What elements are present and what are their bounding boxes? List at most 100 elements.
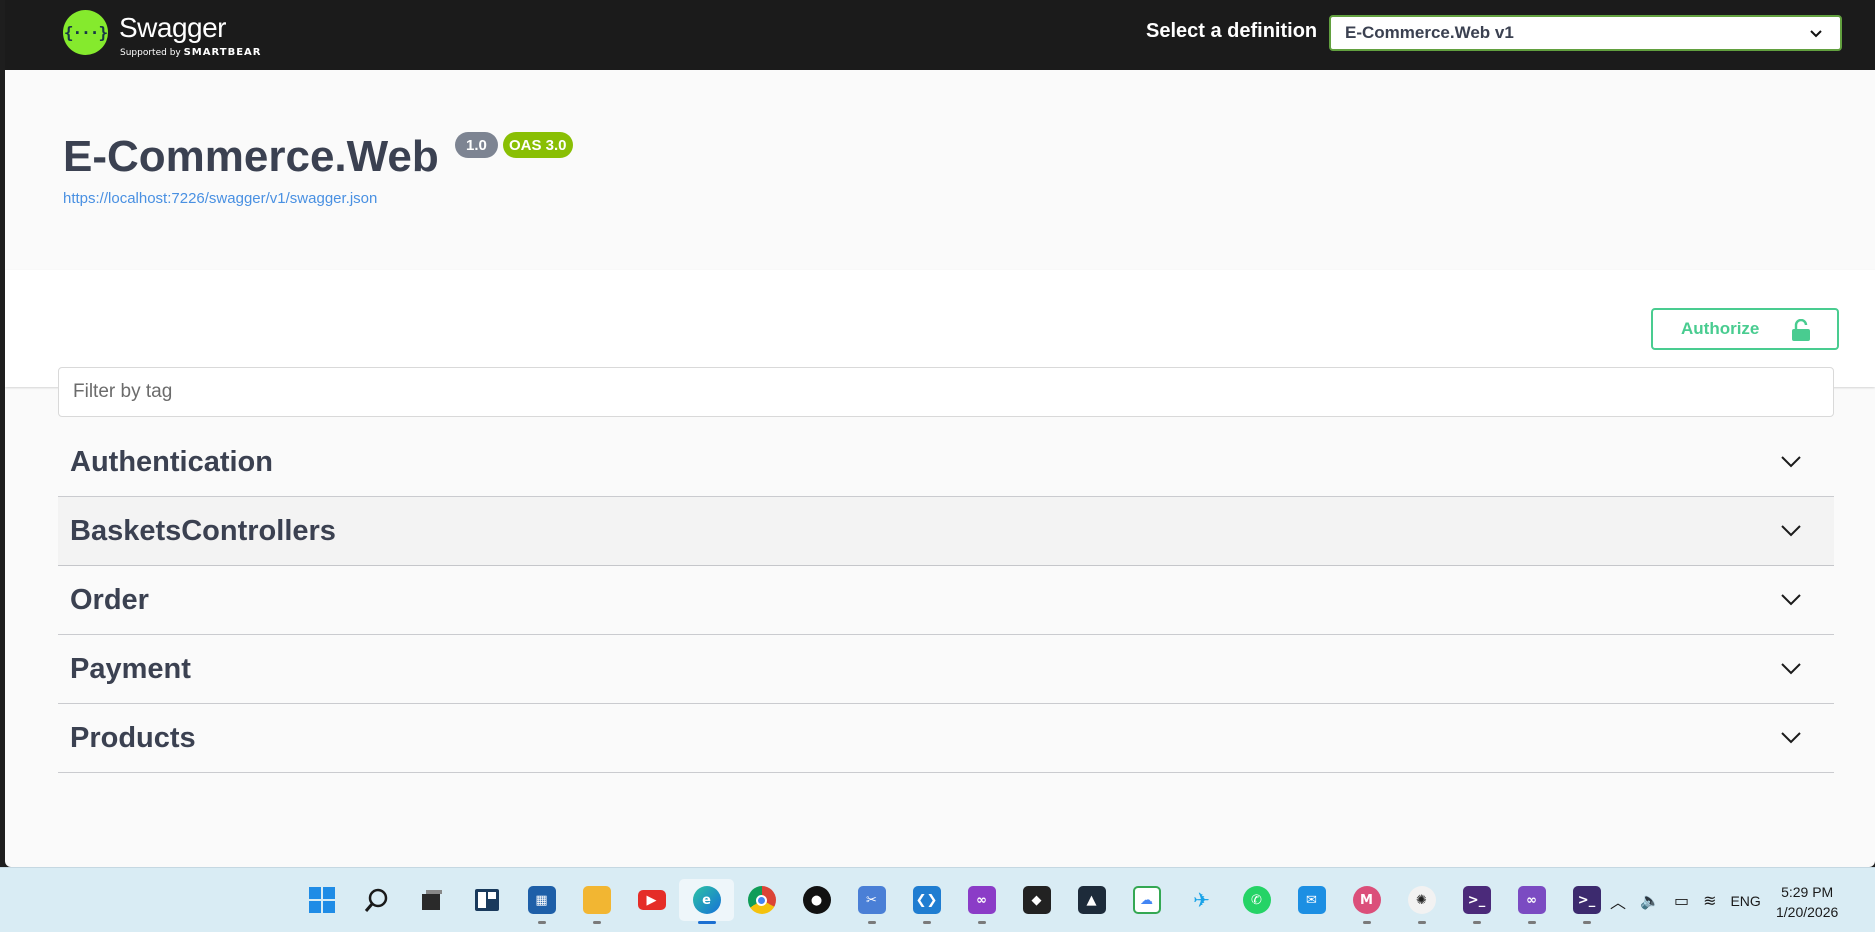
taskbar-app-snipping[interactable]: ✂	[844, 879, 899, 924]
taskbar-app-arc[interactable]: ▲	[1064, 879, 1119, 921]
taskbar-apps: ▦ ▶ e ● ✂ ❮❯ ∞ ◆ ▲ ☁ ✈ ✆ ✉ M ✺ >_ ∞ >_	[294, 879, 1614, 924]
start-button[interactable]	[294, 879, 349, 921]
spec-url-link[interactable]: https://localhost:7226/swagger/v1/swagge…	[63, 190, 377, 207]
running-indicator	[977, 921, 986, 924]
whatsapp-icon: ✆	[1242, 886, 1271, 914]
running-indicator	[1472, 921, 1481, 924]
volume-icon[interactable]: 🔈	[1640, 891, 1660, 911]
taskbar-app-paw[interactable]: ✈	[1174, 879, 1229, 921]
chevron-up-icon[interactable]: ︿	[1610, 889, 1626, 913]
running-indicator	[537, 921, 546, 924]
tag-section-payment[interactable]: Payment	[58, 635, 1834, 704]
clock-time: 5:29 PM	[1781, 884, 1834, 900]
tag-name: BasketsControllers	[70, 514, 336, 547]
running-indicator	[1527, 921, 1536, 924]
tag-list: Authentication BasketsControllers Order …	[58, 428, 1834, 773]
task-view-button[interactable]	[404, 879, 459, 921]
chevron-down-icon[interactable]	[1780, 455, 1802, 469]
battery-icon[interactable]: ▭	[1674, 891, 1689, 911]
tag-name: Products	[70, 721, 196, 754]
chevron-down-icon[interactable]	[1780, 662, 1802, 676]
logo-sub-prefix: Supported by	[120, 48, 181, 58]
running-indicator	[697, 921, 716, 924]
github-icon: ●	[802, 886, 831, 914]
edge-icon: e	[692, 886, 721, 914]
definition-select[interactable]: E-Commerce.Web v1	[1329, 15, 1842, 51]
taskbar-app-mail[interactable]: ✉	[1284, 879, 1339, 921]
chevron-down-icon[interactable]	[1780, 524, 1802, 538]
tag-section-basketscontrollers[interactable]: BasketsControllers	[58, 497, 1834, 566]
widgets-icon	[474, 889, 499, 911]
chevron-down-icon[interactable]	[1780, 593, 1802, 607]
clock-date: 1/20/2026	[1776, 904, 1839, 920]
logo-sub-brand: SMARTBEAR	[183, 47, 262, 58]
vscode-icon: ❮❯	[912, 886, 941, 914]
widgets-button[interactable]	[459, 879, 514, 921]
swagger-logo-name: Swagger	[119, 12, 227, 43]
tag-section-products[interactable]: Products	[58, 704, 1834, 773]
taskbar-app-chrome-profile[interactable]: M	[1339, 879, 1394, 924]
oas-badge: OAS 3.0	[503, 132, 573, 158]
arc-icon: ▲	[1077, 886, 1106, 914]
running-indicator	[592, 921, 601, 924]
taskbar-app-file-explorer[interactable]	[569, 879, 624, 924]
chevron-down-icon[interactable]	[1780, 731, 1802, 745]
taskbar-clock[interactable]: 5:29 PM 1/20/2026	[1776, 882, 1838, 922]
chevron-down-icon	[1810, 30, 1822, 38]
taskbar-app-youtube[interactable]: ▶	[624, 879, 679, 921]
taskbar-app-store[interactable]: ▦	[514, 879, 569, 924]
swagger-topbar: {···} Swagger Supported by SMARTBEAR Sel…	[5, 0, 1875, 70]
running-indicator	[867, 921, 876, 924]
language-indicator[interactable]: ENG	[1730, 893, 1760, 909]
api-info: E-Commerce.Web 1.0 OAS 3.0 https://local…	[5, 70, 1875, 270]
wifi-icon[interactable]: ≋	[1703, 891, 1716, 911]
running-indicator	[922, 921, 931, 924]
taskbar-app-chrome[interactable]	[734, 879, 789, 921]
mail-icon: ✉	[1297, 886, 1326, 914]
taskbar-app-whatsapp[interactable]: ✆	[1229, 879, 1284, 921]
running-indicator	[1582, 921, 1591, 924]
running-indicator	[1362, 921, 1371, 924]
taskbar-app-chatgpt[interactable]: ✺	[1394, 879, 1449, 924]
tag-name: Payment	[70, 652, 191, 685]
taskbar-app-google-cloud[interactable]: ☁	[1119, 879, 1174, 921]
tag-name: Authentication	[70, 445, 273, 478]
terminal-icon: >_	[1462, 886, 1491, 914]
tag-name: Order	[70, 583, 149, 616]
youtube-icon: ▶	[637, 890, 666, 910]
taskbar-app-github[interactable]: ●	[789, 879, 844, 921]
taskbar-app-unity[interactable]: ◆	[1009, 879, 1064, 921]
swagger-logo-icon: {···}	[63, 10, 108, 55]
terminal-icon: >_	[1572, 886, 1601, 914]
visual-studio-preview-icon: ∞	[967, 886, 996, 914]
authorize-label: Authorize	[1681, 319, 1760, 338]
chrome-icon	[747, 886, 776, 914]
taskbar-app-vscode[interactable]: ❮❯	[899, 879, 954, 924]
snipping-tool-icon: ✂	[857, 886, 886, 914]
windows-taskbar: ▦ ▶ e ● ✂ ❮❯ ∞ ◆ ▲ ☁ ✈ ✆ ✉ M ✺ >_ ∞ >_ ︿…	[0, 867, 1875, 932]
search-icon	[364, 888, 387, 912]
authorize-button[interactable]: Authorize	[1651, 308, 1839, 350]
swagger-logo-sub: Supported by SMARTBEAR	[120, 47, 261, 58]
definition-label: Select a definition	[1146, 20, 1318, 42]
store-icon: ▦	[527, 886, 556, 914]
lock-open-icon	[1792, 319, 1810, 341]
unity-icon: ◆	[1022, 886, 1051, 914]
tag-section-order[interactable]: Order	[58, 566, 1834, 635]
definition-selected-value: E-Commerce.Web v1	[1345, 23, 1514, 42]
windows-logo-icon	[308, 887, 335, 913]
system-tray: ︿ 🔈 ▭ ≋ ENG	[1610, 868, 1761, 932]
tag-section-authentication[interactable]: Authentication	[58, 428, 1834, 497]
swagger-logo[interactable]: {···} Swagger Supported by SMARTBEAR	[63, 8, 263, 62]
api-title: E-Commerce.Web	[63, 132, 439, 181]
taskbar-app-visual-studio-preview[interactable]: ∞	[954, 879, 1009, 924]
chatgpt-icon: ✺	[1407, 886, 1436, 914]
filter-by-tag-input[interactable]	[58, 367, 1834, 417]
visual-studio-icon: ∞	[1517, 886, 1546, 914]
taskbar-app-terminal[interactable]: >_	[1449, 879, 1504, 924]
taskbar-app-edge[interactable]: e	[679, 879, 734, 924]
search-button[interactable]	[349, 879, 404, 921]
google-cloud-icon: ☁	[1132, 886, 1161, 914]
taskbar-app-visual-studio[interactable]: ∞	[1504, 879, 1559, 924]
taskbar-app-terminal-2[interactable]: >_	[1559, 879, 1614, 924]
